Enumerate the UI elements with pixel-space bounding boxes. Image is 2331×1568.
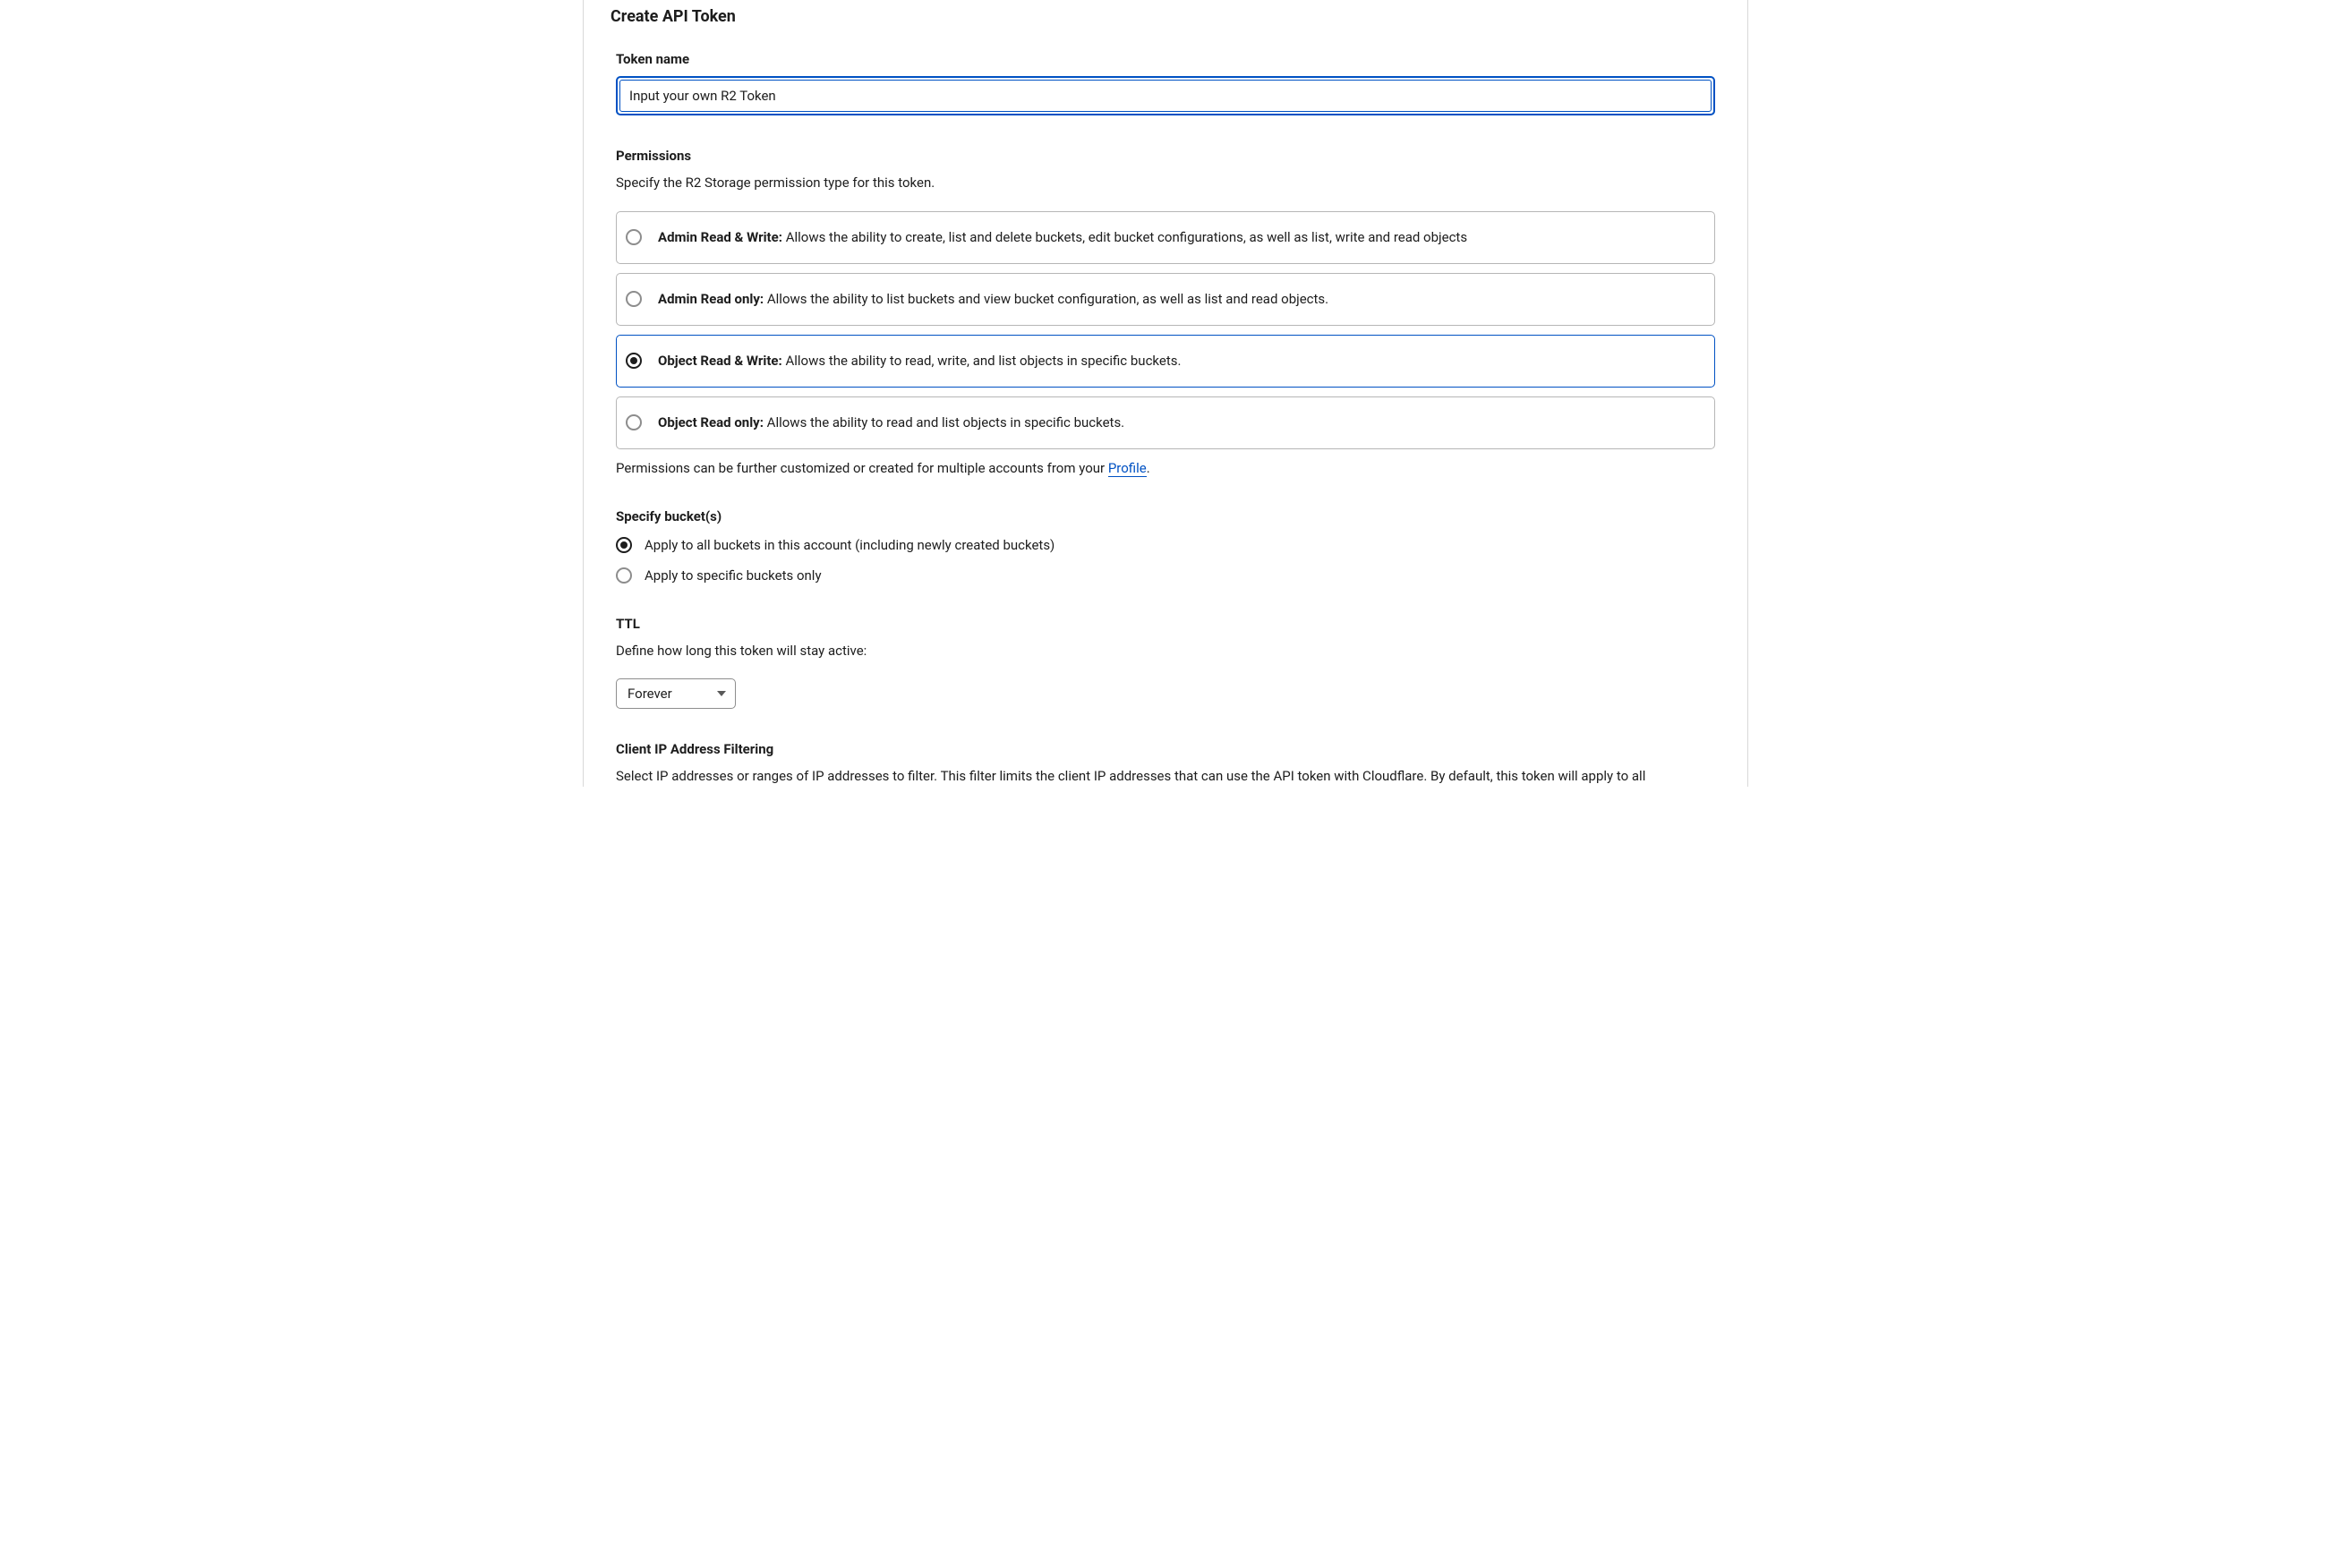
ttl-select-value: Forever bbox=[628, 686, 672, 702]
permission-option-desc: Allows the ability to read, write, and l… bbox=[782, 353, 1182, 369]
bucket-option-label: Apply to specific buckets only bbox=[645, 567, 822, 584]
ttl-description: Define how long this token will stay act… bbox=[616, 641, 1715, 661]
ttl-select[interactable]: Forever bbox=[616, 678, 736, 709]
permission-option-title: Admin Read & Write: bbox=[658, 229, 782, 245]
permission-option-object-read-only[interactable]: Object Read only: Allows the ability to … bbox=[616, 396, 1715, 449]
bucket-option-all[interactable]: Apply to all buckets in this account (in… bbox=[616, 537, 1715, 553]
chevron-down-icon bbox=[717, 689, 726, 698]
ttl-section: TTL Define how long this token will stay… bbox=[616, 616, 1715, 710]
permissions-description: Specify the R2 Storage permission type f… bbox=[616, 173, 1715, 193]
permissions-footnote-suffix: . bbox=[1147, 460, 1150, 476]
permission-option-desc: Allows the ability to read and list obje… bbox=[764, 414, 1124, 430]
permission-option-text: Object Read & Write: Allows the ability … bbox=[658, 352, 1181, 371]
ip-filtering-description: Select IP addresses or ranges of IP addr… bbox=[616, 766, 1715, 787]
permissions-footnote-prefix: Permissions can be further customized or… bbox=[616, 460, 1108, 476]
permission-option-text: Admin Read & Write: Allows the ability t… bbox=[658, 228, 1467, 247]
permissions-footnote: Permissions can be further customized or… bbox=[616, 460, 1715, 476]
permission-option-text: Admin Read only: Allows the ability to l… bbox=[658, 290, 1328, 309]
bucket-option-specific[interactable]: Apply to specific buckets only bbox=[616, 567, 1715, 584]
permissions-section: Permissions Specify the R2 Storage permi… bbox=[616, 148, 1715, 476]
radio-icon bbox=[616, 567, 632, 584]
radio-icon bbox=[626, 291, 642, 307]
buckets-heading: Specify bucket(s) bbox=[616, 508, 1715, 524]
buckets-section: Specify bucket(s) Apply to all buckets i… bbox=[616, 508, 1715, 584]
token-name-label: Token name bbox=[616, 51, 1715, 67]
radio-icon bbox=[626, 229, 642, 245]
permission-option-admin-read-only[interactable]: Admin Read only: Allows the ability to l… bbox=[616, 273, 1715, 326]
permission-option-object-read-write[interactable]: Object Read & Write: Allows the ability … bbox=[616, 335, 1715, 388]
permission-option-title: Admin Read only: bbox=[658, 291, 764, 307]
permissions-heading: Permissions bbox=[616, 148, 1715, 164]
radio-icon bbox=[616, 537, 632, 553]
permission-option-title: Object Read only: bbox=[658, 414, 764, 430]
ip-filtering-heading: Client IP Address Filtering bbox=[616, 741, 1715, 757]
ip-filtering-section: Client IP Address Filtering Select IP ad… bbox=[616, 741, 1715, 787]
profile-link[interactable]: Profile bbox=[1108, 460, 1147, 477]
token-name-input-wrapper bbox=[616, 76, 1715, 115]
page-title: Create API Token bbox=[610, 7, 1715, 26]
radio-icon bbox=[626, 414, 642, 430]
bucket-option-label: Apply to all buckets in this account (in… bbox=[645, 537, 1054, 553]
radio-icon bbox=[626, 353, 642, 369]
permission-option-title: Object Read & Write: bbox=[658, 353, 782, 369]
permission-option-desc: Allows the ability to create, list and d… bbox=[782, 229, 1467, 245]
permission-option-text: Object Read only: Allows the ability to … bbox=[658, 413, 1124, 432]
token-name-input[interactable] bbox=[619, 80, 1712, 112]
permission-option-admin-read-write[interactable]: Admin Read & Write: Allows the ability t… bbox=[616, 211, 1715, 264]
ttl-heading: TTL bbox=[616, 616, 1715, 632]
permission-option-desc: Allows the ability to list buckets and v… bbox=[764, 291, 1328, 307]
